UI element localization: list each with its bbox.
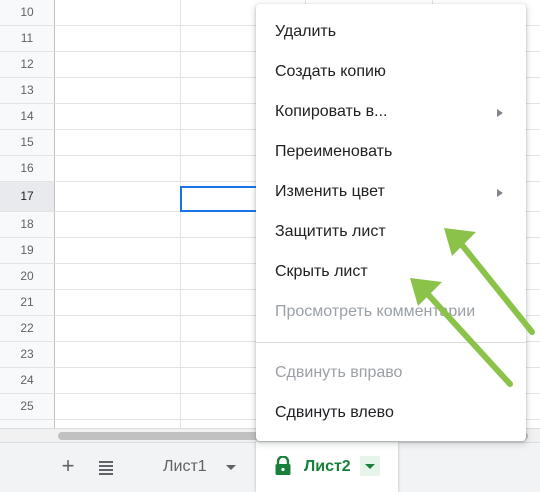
row-number	[0, 420, 55, 428]
sheet-dropdown-button[interactable]	[360, 456, 380, 476]
menu-item-label: Сдвинуть вправо	[275, 364, 403, 381]
row-number[interactable]: 16	[0, 156, 55, 181]
column-divider	[180, 0, 181, 428]
menu-item-label: Защитить лист	[275, 223, 386, 240]
sheet-context-menu: Удалить Создать копию Копировать в... Пе…	[256, 4, 526, 441]
chevron-down-icon[interactable]	[226, 465, 236, 470]
menu-item-label: Удалить	[275, 23, 337, 40]
row-number[interactable]: 12	[0, 52, 55, 77]
plus-icon[interactable]: +	[56, 455, 80, 479]
menu-item-move-left[interactable]: Сдвинуть влево	[256, 394, 526, 434]
menu-item-label: Скрыть лист	[275, 263, 368, 280]
menu-item-label: Изменить цвет	[275, 183, 385, 200]
row-number[interactable]: 21	[0, 290, 55, 315]
row-number[interactable]: 14	[0, 104, 55, 129]
row-number[interactable]: 11	[0, 26, 55, 51]
sheet-tab-active[interactable]: Лист2	[256, 442, 398, 492]
menu-item-move-right: Сдвинуть вправо	[256, 354, 526, 394]
submenu-arrow-icon	[497, 189, 503, 197]
menu-item-copy-to[interactable]: Копировать в...	[256, 93, 526, 133]
menu-item-hide-sheet[interactable]: Скрыть лист	[256, 253, 526, 293]
menu-item-label: Копировать в...	[275, 103, 388, 120]
menu-item-rename[interactable]: Переименовать	[256, 133, 526, 173]
row-number[interactable]: 10	[0, 0, 55, 25]
chevron-down-icon	[365, 464, 375, 469]
row-number[interactable]: 20	[0, 264, 55, 289]
menu-divider	[256, 342, 526, 343]
menu-item-duplicate[interactable]: Создать копию	[256, 53, 526, 93]
submenu-arrow-icon	[497, 109, 503, 117]
menu-item-view-comments: Просмотреть комментарии	[256, 293, 526, 333]
menu-item-label: Переименовать	[275, 143, 393, 160]
menu-item-label: Просмотреть комментарии	[275, 303, 476, 320]
menu-item-change-color[interactable]: Изменить цвет	[256, 173, 526, 213]
lock-icon	[275, 456, 291, 475]
sheet-tab-bar: + Лист1 Лист2	[0, 442, 540, 492]
row-number[interactable]: 15	[0, 130, 55, 155]
sheet-tab[interactable]: Лист1	[138, 443, 250, 491]
row-number[interactable]: 25	[0, 394, 55, 419]
menu-item-label: Создать копию	[275, 63, 386, 80]
row-number[interactable]: 19	[0, 238, 55, 263]
sheet-tab-label: Лист2	[304, 458, 351, 475]
row-number[interactable]: 13	[0, 78, 55, 103]
menu-item-delete[interactable]: Удалить	[256, 13, 526, 53]
row-number[interactable]: 24	[0, 368, 55, 393]
menu-lines-icon[interactable]	[94, 455, 118, 479]
row-number[interactable]: 22	[0, 316, 55, 341]
menu-item-protect-sheet[interactable]: Защитить лист	[256, 213, 526, 253]
row-number[interactable]: 23	[0, 342, 55, 367]
row-number[interactable]: 17	[0, 182, 55, 211]
row-number[interactable]: 18	[0, 212, 55, 237]
sheet-tab-label: Лист1	[163, 458, 207, 475]
menu-item-label: Сдвинуть влево	[275, 404, 394, 421]
